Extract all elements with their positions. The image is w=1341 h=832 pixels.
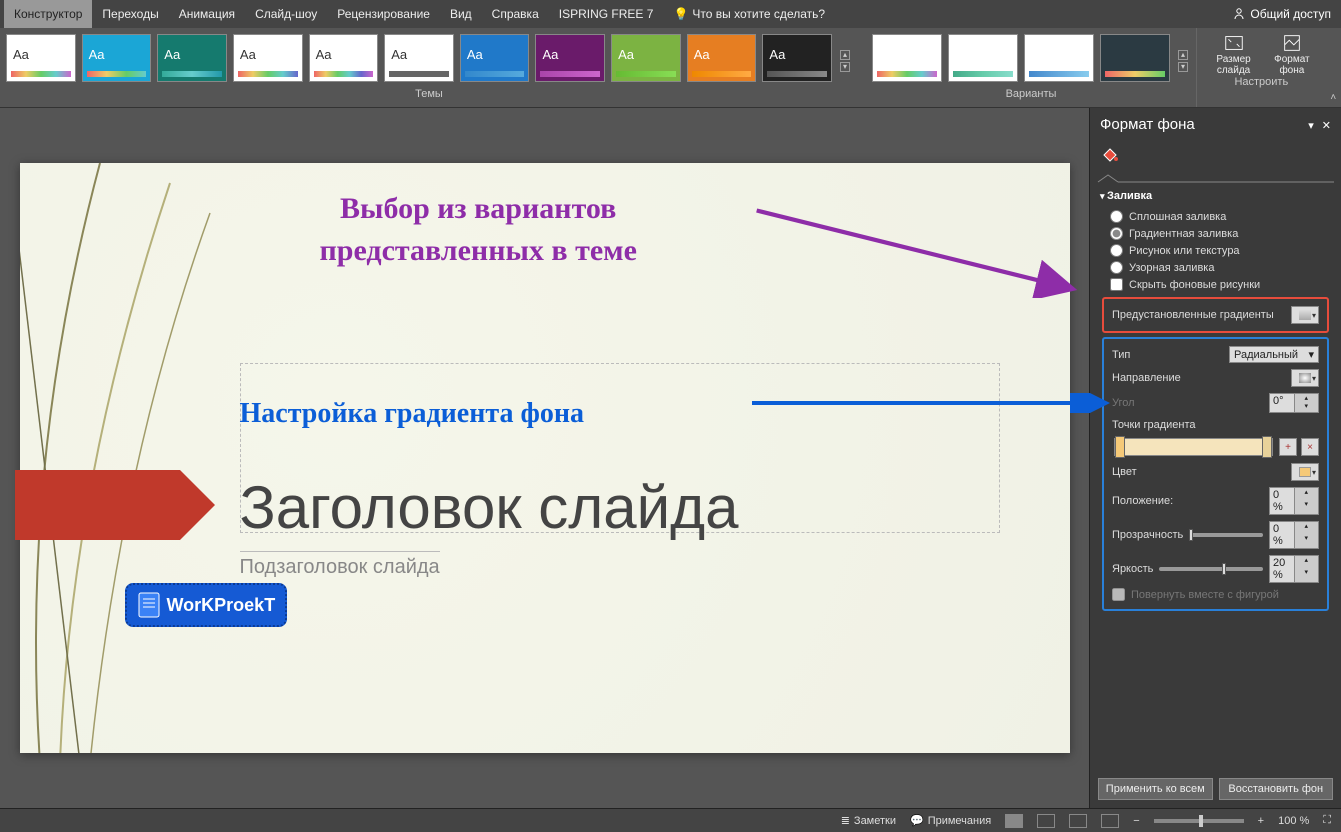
checkbox-hide-bg[interactable]: Скрыть фоновые рисунки [1100, 276, 1331, 293]
radio-picture[interactable]: Рисунок или текстура [1100, 242, 1331, 259]
theme-thumb[interactable]: Aa [611, 34, 681, 82]
format-background-pane: Формат фона ▾✕ Заливка Сплошная заливка … [1089, 108, 1341, 808]
direction-picker[interactable] [1291, 369, 1319, 387]
transparency-spinner[interactable]: 0 %▴▾ [1269, 521, 1319, 549]
status-bar: ≣ Заметки 💬 Примечания − + 100 % ⛶ [0, 808, 1341, 832]
radio-solid[interactable]: Сплошная заливка [1100, 208, 1331, 225]
rotate-with-shape: Повернуть вместе с фигурой [1108, 586, 1323, 603]
red-arrow-shape [15, 470, 180, 540]
variant-thumb[interactable] [1024, 34, 1094, 82]
theme-thumb[interactable]: Aa [762, 34, 832, 82]
direction-label: Направление [1112, 372, 1181, 384]
tab-ispring[interactable]: ISPRING FREE 7 [549, 0, 664, 28]
pane-divider [1090, 172, 1341, 184]
type-combo[interactable]: Радиальный▾ [1229, 346, 1319, 363]
color-picker[interactable] [1291, 463, 1319, 481]
type-label: Тип [1112, 349, 1130, 361]
preset-swatch[interactable] [1291, 306, 1319, 324]
zoom-value[interactable]: 100 % [1278, 815, 1309, 827]
theme-thumb[interactable]: Aa [460, 34, 530, 82]
group-label-configure: Настроить [1234, 76, 1288, 90]
angle-label: Угол [1112, 397, 1135, 409]
fill-bucket-icon[interactable] [1100, 145, 1120, 165]
variants-gallery[interactable]: ▴▾ [866, 28, 1196, 88]
brightness-spinner[interactable]: 20 %▴▾ [1269, 555, 1319, 583]
pane-title: Формат фона [1100, 116, 1195, 133]
annotation-arrow-1 [720, 198, 1110, 298]
position-label: Положение: [1112, 495, 1173, 507]
decorative-lines [20, 163, 220, 753]
transparency-slider[interactable] [1189, 533, 1263, 537]
view-slideshow-icon[interactable] [1101, 814, 1119, 828]
tab-view[interactable]: Вид [440, 0, 482, 28]
notes-button[interactable]: ≣ Заметки [841, 814, 896, 827]
preset-gradients[interactable]: Предустановленные градиенты [1108, 303, 1323, 327]
theme-thumb[interactable]: Aa [309, 34, 379, 82]
view-normal-icon[interactable] [1005, 814, 1023, 828]
slide[interactable]: Заголовок слайда Подзаголовок слайда Выб… [20, 163, 1070, 753]
tab-animations[interactable]: Анимация [169, 0, 245, 28]
brightness-label: Яркость [1112, 563, 1153, 575]
tell-me[interactable]: 💡 Что вы хотите сделать? [663, 0, 835, 28]
transparency-label: Прозрачность [1112, 529, 1183, 541]
annotation-arrow-2 [750, 393, 1110, 413]
group-label-themes: Темы [0, 88, 858, 102]
ribbon-tabs: Конструктор Переходы Анимация Слайд-шоу … [0, 0, 1341, 28]
annotation-variants: Выбор из вариантовпредставленных в теме [320, 188, 637, 272]
variant-thumb[interactable] [948, 34, 1018, 82]
share-button[interactable]: Общий доступ [1232, 7, 1341, 21]
slide-canvas: Заголовок слайда Подзаголовок слайда Выб… [0, 108, 1089, 808]
radio-gradient[interactable]: Градиентная заливка [1100, 225, 1331, 242]
annotation-gradient: Настройка градиента фона [240, 398, 584, 430]
pane-options-icon[interactable]: ▾ [1308, 120, 1314, 132]
group-label-variants: Варианты [866, 88, 1196, 102]
collapse-ribbon[interactable]: ˄ [1326, 28, 1341, 107]
apply-all-button[interactable]: Применить ко всем [1098, 778, 1213, 800]
zoom-out-icon[interactable]: − [1133, 815, 1139, 827]
section-fill[interactable]: Заливка [1100, 190, 1331, 202]
themes-more[interactable]: ▴▾ [838, 34, 852, 82]
view-reading-icon[interactable] [1069, 814, 1087, 828]
position-spinner[interactable]: 0 %▴▾ [1269, 487, 1319, 515]
slide-size-button[interactable]: Размер слайда [1207, 32, 1260, 76]
tab-transitions[interactable]: Переходы [92, 0, 168, 28]
slide-subtitle[interactable]: Подзаголовок слайда [240, 551, 440, 579]
theme-thumb[interactable]: Aa [384, 34, 454, 82]
zoom-slider[interactable] [1154, 819, 1244, 823]
add-stop-icon[interactable]: + [1279, 438, 1297, 456]
theme-thumb[interactable]: Aa [6, 34, 76, 82]
format-background-button[interactable]: Формат фона [1268, 32, 1316, 76]
tab-help[interactable]: Справка [482, 0, 549, 28]
fit-slide-icon[interactable]: ⛶ [1323, 814, 1331, 827]
tab-review[interactable]: Рецензирование [327, 0, 440, 28]
angle-spinner: 0°▴▾ [1269, 393, 1319, 413]
pane-close-icon[interactable]: ✕ [1322, 120, 1331, 132]
comments-button[interactable]: 💬 Примечания [910, 814, 991, 827]
themes-gallery[interactable]: Aa Aa Aa Aa Aa Aa Aa Aa Aa Aa Aa ▴▾ [0, 28, 858, 88]
tab-design[interactable]: Конструктор [4, 0, 92, 28]
theme-thumb[interactable]: Aa [687, 34, 757, 82]
slide-title[interactable]: Заголовок слайда [240, 473, 739, 542]
theme-thumb[interactable]: Aa [233, 34, 303, 82]
radio-pattern[interactable]: Узорная заливка [1100, 259, 1331, 276]
variant-thumb[interactable] [1100, 34, 1170, 82]
restore-bg-button[interactable]: Восстановить фон [1219, 778, 1334, 800]
document-icon [137, 591, 161, 619]
theme-thumb[interactable]: Aa [157, 34, 227, 82]
brightness-slider[interactable] [1159, 567, 1263, 571]
watermark: WorKProekT [125, 583, 288, 627]
stops-label: Точки градиента [1112, 419, 1196, 431]
ribbon: Aa Aa Aa Aa Aa Aa Aa Aa Aa Aa Aa ▴▾ Темы… [0, 28, 1341, 108]
color-label: Цвет [1112, 466, 1137, 478]
view-sorter-icon[interactable] [1037, 814, 1055, 828]
variants-more[interactable]: ▴▾ [1176, 34, 1190, 82]
gradient-track[interactable] [1114, 438, 1273, 456]
variant-thumb[interactable] [872, 34, 942, 82]
theme-thumb[interactable]: Aa [82, 34, 152, 82]
theme-thumb[interactable]: Aa [535, 34, 605, 82]
zoom-in-icon[interactable]: + [1258, 815, 1264, 827]
tab-slideshow[interactable]: Слайд-шоу [245, 0, 327, 28]
remove-stop-icon[interactable]: × [1301, 438, 1319, 456]
